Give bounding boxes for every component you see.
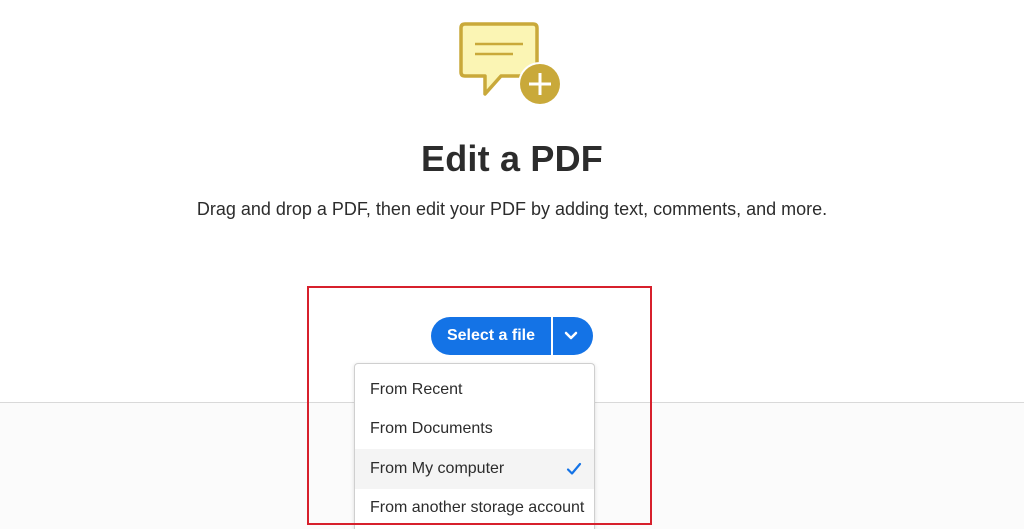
file-source-dropdown-button[interactable] — [553, 317, 593, 355]
page-title: Edit a PDF — [420, 138, 604, 179]
comment-add-icon — [455, 20, 565, 110]
menu-item-from-documents[interactable]: From Documents — [355, 409, 594, 449]
checkmark-icon — [566, 461, 582, 477]
file-source-menu: From Recent From Documents From My compu… — [354, 363, 595, 529]
chevron-down-icon — [564, 329, 578, 344]
menu-item-label: From Recent — [370, 381, 463, 398]
page-subtitle: Drag and drop a PDF, then edit your PDF … — [196, 199, 828, 219]
menu-item-label: From My computer — [370, 460, 505, 477]
select-file-button-group: Select a file — [431, 317, 593, 355]
menu-item-from-recent[interactable]: From Recent — [355, 370, 594, 410]
menu-item-label: From another storage account — [370, 499, 585, 516]
menu-item-label: From Documents — [370, 420, 493, 437]
select-file-button[interactable]: Select a file — [431, 317, 551, 355]
menu-item-from-my-computer[interactable]: From My computer — [355, 449, 594, 489]
menu-item-from-another-storage-account[interactable]: From another storage account — [355, 488, 594, 528]
page: Edit a PDF Drag and drop a PDF, then edi… — [0, 0, 1024, 529]
